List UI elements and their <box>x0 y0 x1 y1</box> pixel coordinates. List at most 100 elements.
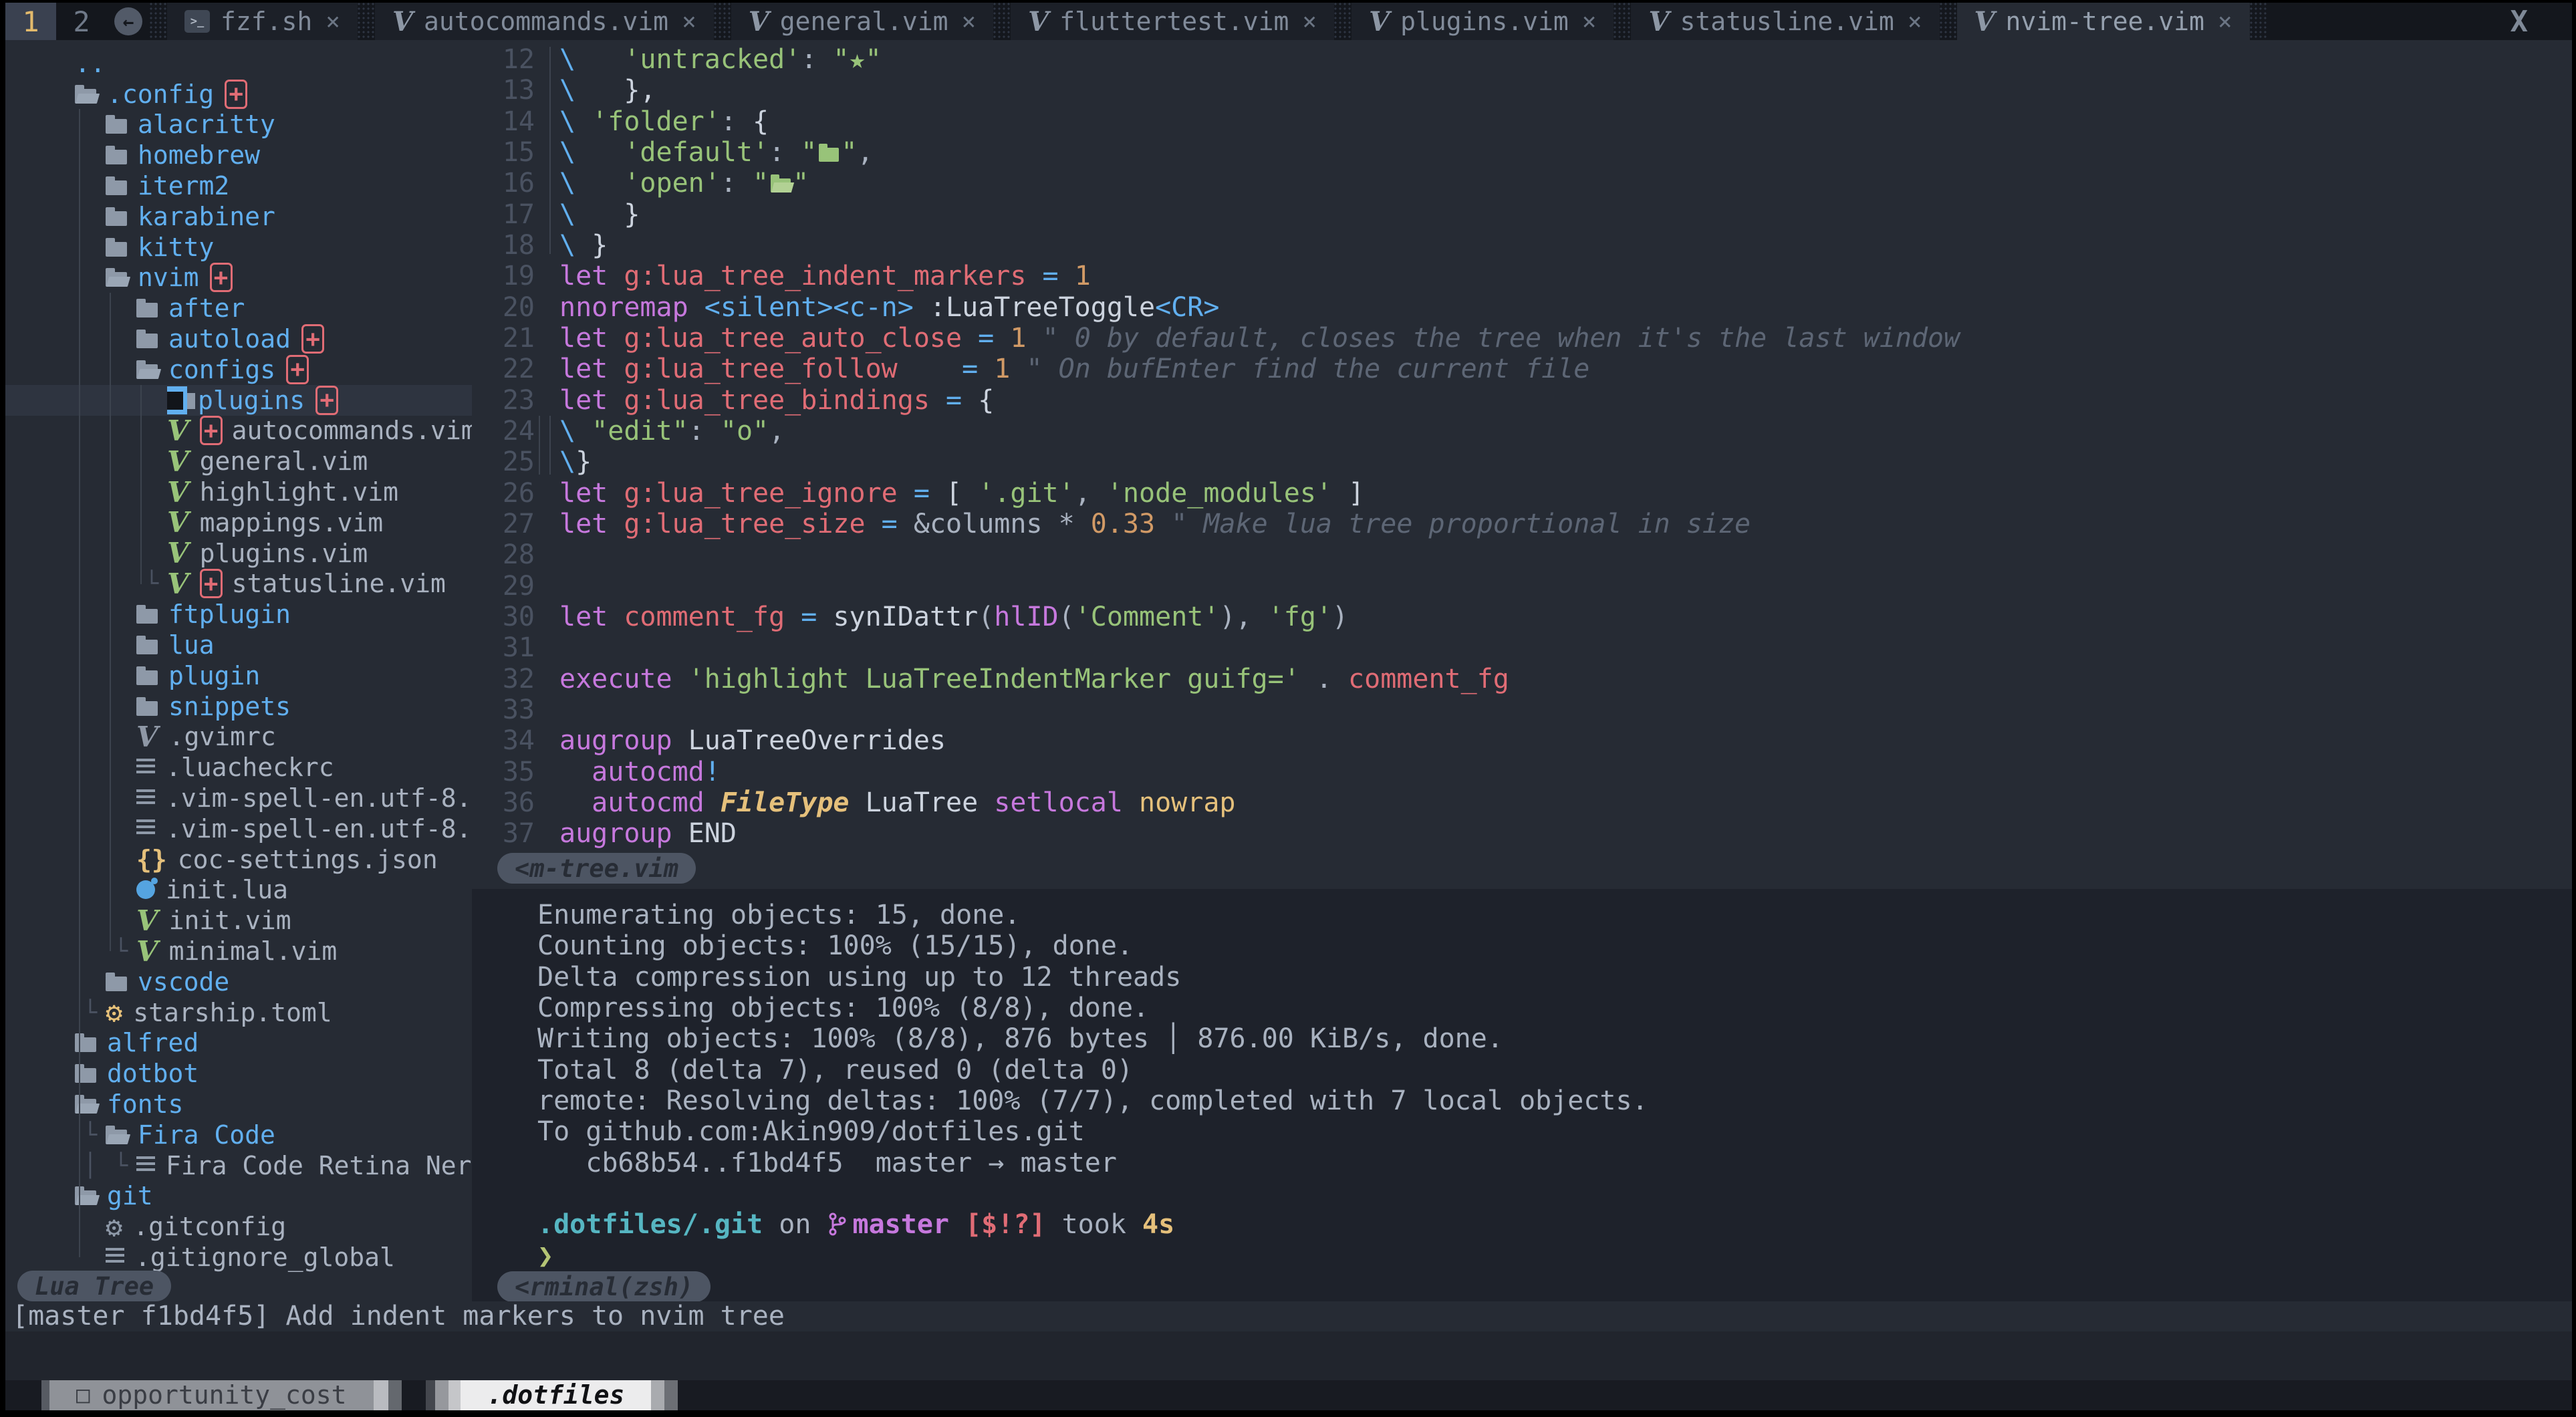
code-line: 24\ "edit": "o", <box>472 416 2572 446</box>
git-new-badge: + <box>200 416 223 445</box>
tab-close-icon[interactable]: × <box>682 8 696 35</box>
tab-close-icon[interactable]: × <box>961 8 976 35</box>
tmux-window-dotfiles[interactable]: .dotfiles <box>426 1380 678 1410</box>
buffer-tab-nvim-tree.vim[interactable]: Vnvim-tree.vim× <box>1957 3 2250 40</box>
terminal-line: Delta compression using up to 12 threads <box>537 962 2572 993</box>
tree-item-label: .vim-spell-en.utf-8. <box>166 783 472 813</box>
close-all-icon[interactable]: X <box>2510 3 2573 40</box>
tab-close-icon[interactable]: × <box>1302 8 1317 35</box>
vim-file-icon: V <box>136 935 158 968</box>
code-line: 15\ 'default': "", <box>472 137 2572 168</box>
tab-close-icon[interactable]: × <box>1908 8 1922 35</box>
tmux-window-opportunity-cost[interactable]: □opportunity_cost <box>41 1380 402 1410</box>
tree-row-general.vim[interactable]: Vgeneral.vim <box>5 446 472 477</box>
tab-number-2[interactable]: 2 <box>56 3 107 40</box>
tree-row-init.lua[interactable]: init.lua <box>5 875 472 906</box>
line-number: 25 <box>472 446 535 477</box>
vim-file-icon: V <box>136 904 158 937</box>
tree-row-ftplugin[interactable]: ftplugin <box>5 599 472 630</box>
tree-row-alfred[interactable]: alfred <box>5 1028 472 1059</box>
editor-window[interactable]: 12\ 'untracked': "★"13\ },14\ 'folder': … <box>472 40 2572 849</box>
tabline-fill <box>2267 3 2510 40</box>
tree-row-fonts[interactable]: fonts <box>5 1089 472 1120</box>
tree-row-plugins[interactable]: plugins+ <box>5 385 472 416</box>
terminal-line: .dotfiles/.git on master [$!?] took 4s <box>537 1209 2572 1240</box>
tree-row-.vim-spell-en.utf-8.[interactable]: .vim-spell-en.utf-8. <box>5 783 472 813</box>
terminal-line: Counting objects: 100% (15/15), done. <box>537 930 2572 961</box>
tree-item-label: ftplugin <box>168 600 291 629</box>
tree-row-minimal.vim[interactable]: └Vminimal.vim <box>5 936 472 967</box>
tree-row-init.vim[interactable]: Vinit.vim <box>5 905 472 936</box>
tree-item-label: plugin <box>168 661 260 690</box>
tree-item-label: .. <box>75 49 106 78</box>
vim-file-icon: V <box>167 537 189 569</box>
tree-row-dotbot[interactable]: dotbot <box>5 1058 472 1089</box>
line-number: 12 <box>472 44 535 75</box>
tree-row-autoload[interactable]: autoload+ <box>5 324 472 354</box>
tab-separator <box>714 3 731 40</box>
tab-close-icon[interactable]: × <box>1582 8 1597 35</box>
folder-icon <box>136 701 158 716</box>
text-file-icon <box>136 1156 155 1174</box>
tree-item-label: autocommands.vim <box>232 416 472 445</box>
tree-row-Fira-Code[interactable]: └Fira Code <box>5 1120 472 1150</box>
code-text: let g:lua_tree_indent_markers = 1 <box>559 261 1091 291</box>
separator <box>374 1380 388 1410</box>
tree-row-configs[interactable]: configs+ <box>5 354 472 385</box>
terminal-window[interactable]: Enumerating objects: 15, done.Counting o… <box>472 889 2572 1271</box>
tab-close-icon[interactable]: × <box>2218 8 2232 35</box>
tree-row-Fira-Code-Retina-Ner[interactable]: │└Fira Code Retina Ner <box>5 1150 472 1181</box>
tree-row-.config[interactable]: .config+ <box>5 79 472 110</box>
folder-icon <box>106 977 127 991</box>
tree-item-label: snippets <box>168 692 291 721</box>
tree-row-kitty[interactable]: kitty <box>5 232 472 263</box>
line-number: 31 <box>472 632 535 663</box>
tree-row-karabiner[interactable]: karabiner <box>5 201 472 232</box>
tree-row-iterm2[interactable]: iterm2 <box>5 170 472 201</box>
tree-row-plugins.vim[interactable]: Vplugins.vim <box>5 538 472 569</box>
buffer-tab-plugins.vim[interactable]: Vplugins.vim× <box>1351 3 1614 40</box>
code-text: execute 'highlight LuaTreeIndentMarker g… <box>559 664 1509 694</box>
file-tree-panel[interactable]: ...config+alacrittyhomebrewiterm2karabin… <box>5 40 472 1301</box>
tree-row-mappings.vim[interactable]: Vmappings.vim <box>5 507 472 538</box>
line-number: 13 <box>472 75 535 106</box>
folder-icon <box>136 609 158 624</box>
tree-row-.luacheckrc[interactable]: .luacheckrc <box>5 752 472 783</box>
tree-row-homebrew[interactable]: homebrew <box>5 140 472 170</box>
back-button[interactable]: ← <box>107 3 150 40</box>
buffer-tab-fzf.sh[interactable]: >_fzf.sh× <box>167 3 358 40</box>
tree-row-..[interactable]: .. <box>5 48 472 79</box>
folder-icon <box>106 242 127 257</box>
tree-row-coc-settings.json[interactable]: {}coc-settings.json <box>5 844 472 875</box>
tree-row-vscode[interactable]: vscode <box>5 967 472 997</box>
tree-row-lua[interactable]: lua <box>5 630 472 660</box>
folder-icon <box>75 1037 96 1052</box>
tree-row-nvim[interactable]: nvim+ <box>5 263 472 293</box>
tree-row-.gvimrc[interactable]: V.gvimrc <box>5 722 472 753</box>
tab-number-1[interactable]: 1 <box>5 3 56 40</box>
tree-row-plugin[interactable]: plugin <box>5 660 472 691</box>
code-text: \ 'open': "" <box>559 168 809 199</box>
buffer-tab-general.vim[interactable]: Vgeneral.vim× <box>731 3 993 40</box>
tree-row-starship.toml[interactable]: └⚙starship.toml <box>5 997 472 1028</box>
tree-row-snippets[interactable]: snippets <box>5 691 472 722</box>
tab-close-icon[interactable]: × <box>326 8 340 35</box>
buffer-tab-statusline.vim[interactable]: Vstatusline.vim× <box>1631 3 1939 40</box>
tree-row-after[interactable]: after <box>5 293 472 324</box>
buffer-tab-fluttertest.vim[interactable]: Vfluttertest.vim× <box>1011 3 1334 40</box>
app-window: 12 ← >_fzf.sh×Vautocommands.vim×Vgeneral… <box>5 3 2572 1410</box>
tree-item-label: kitty <box>138 233 214 262</box>
buffer-tab-autocommands.vim[interactable]: Vautocommands.vim× <box>375 3 714 40</box>
tree-row-alacritty[interactable]: alacritty <box>5 110 472 140</box>
code-text: let g:lua_tree_size = &columns * 0.33 " … <box>559 509 1751 539</box>
tree-row-statusline.vim[interactable]: └V+statusline.vim <box>5 569 472 600</box>
tree-row-.gitignore-global[interactable]: .gitignore_global <box>5 1242 472 1273</box>
tree-row-highlight.vim[interactable]: Vhighlight.vim <box>5 477 472 507</box>
code-line: 34augroup LuaTreeOverrides <box>472 725 2572 756</box>
code-line: 35 autocmd! <box>472 757 2572 787</box>
tree-row-.vim-spell-en.utf-8.[interactable]: .vim-spell-en.utf-8. <box>5 813 472 844</box>
tree-row-.gitconfig[interactable]: ⚙.gitconfig <box>5 1211 472 1242</box>
tree-row-git[interactable]: git <box>5 1180 472 1211</box>
tree-item-label: plugins <box>198 386 305 415</box>
tree-row-autocommands.vim[interactable]: V+autocommands.vim <box>5 416 472 446</box>
